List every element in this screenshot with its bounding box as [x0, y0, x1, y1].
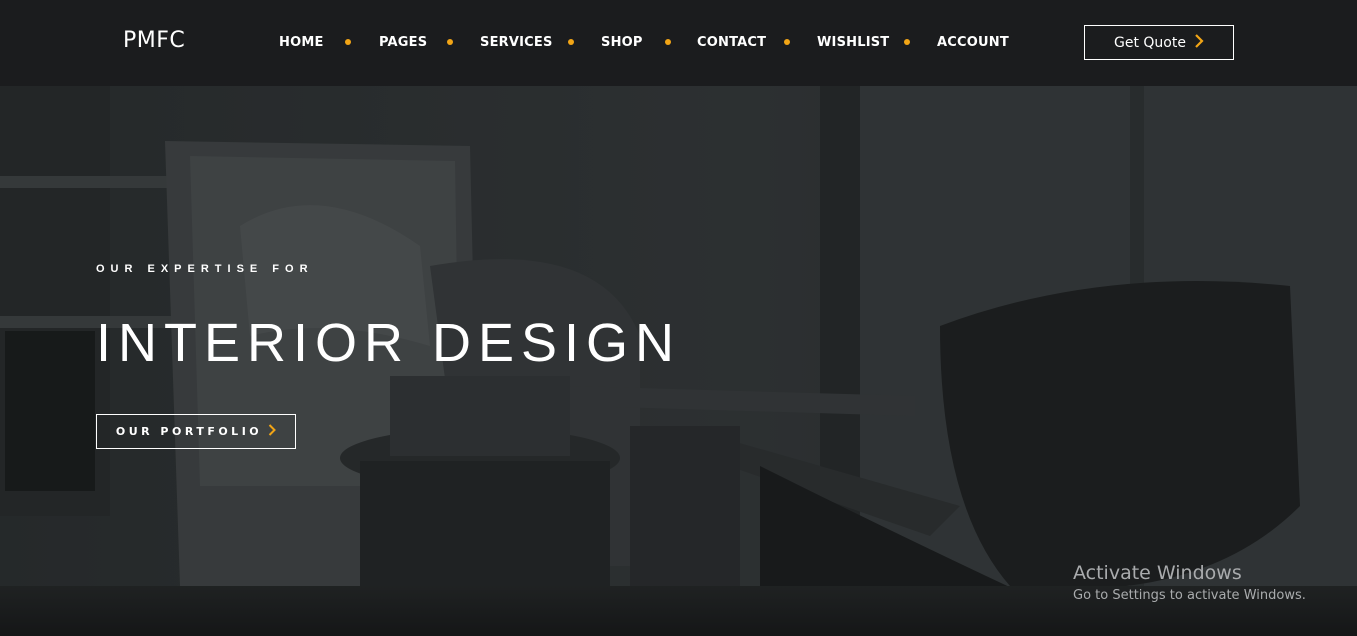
hero-section: OUR EXPERTISE FOR INTERIOR DESIGN OUR PO…	[0, 86, 1357, 636]
nav-contact[interactable]: CONTACT	[697, 35, 766, 50]
nav-separator-dot	[904, 39, 910, 45]
nav-pages[interactable]: PAGES	[379, 35, 427, 50]
watermark-title: Activate Windows	[1073, 562, 1242, 584]
chevron-right-icon	[1194, 33, 1204, 52]
our-portfolio-label: OUR PORTFOLIO	[115, 425, 263, 438]
chevron-right-icon	[268, 424, 277, 439]
nav-separator-dot	[784, 39, 790, 45]
nav-separator-dot	[345, 39, 351, 45]
site-header: PMFC HOME PAGES SERVICES SHOP CONTACT WI…	[0, 0, 1357, 86]
nav-home[interactable]: HOME	[279, 35, 324, 50]
hero-eyebrow: OUR EXPERTISE FOR	[96, 263, 314, 275]
our-portfolio-button[interactable]: OUR PORTFOLIO	[96, 414, 296, 449]
get-quote-label: Get Quote	[1114, 34, 1186, 51]
nav-services[interactable]: SERVICES	[480, 35, 553, 50]
windows-activation-watermark: Activate Windows Go to Settings to activ…	[1073, 562, 1306, 603]
nav-separator-dot	[568, 39, 574, 45]
nav-separator-dot	[447, 39, 453, 45]
watermark-subtitle: Go to Settings to activate Windows.	[1073, 588, 1306, 603]
nav-wishlist[interactable]: WISHLIST	[817, 35, 889, 50]
nav-shop[interactable]: SHOP	[601, 35, 643, 50]
get-quote-button[interactable]: Get Quote	[1084, 25, 1234, 60]
hero-headline: INTERIOR DESIGN	[96, 313, 682, 373]
site-logo[interactable]: PMFC	[123, 28, 185, 53]
nav-account[interactable]: ACCOUNT	[937, 35, 1009, 50]
nav-separator-dot	[665, 39, 671, 45]
